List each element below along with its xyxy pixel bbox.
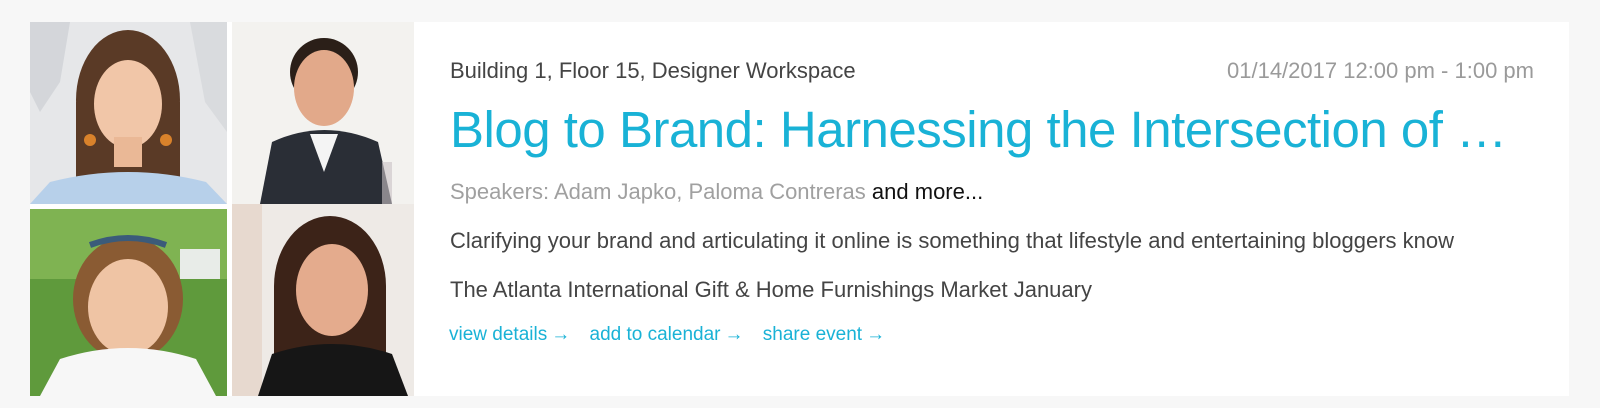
speakers-more-link[interactable]: and more... bbox=[872, 179, 983, 204]
speaker-photos bbox=[30, 22, 414, 396]
event-market: The Atlanta International Gift & Home Fu… bbox=[450, 277, 1092, 302]
event-details: Building 1, Floor 15, Designer Workspace… bbox=[449, 22, 1534, 396]
view-details-label: view details bbox=[449, 324, 548, 345]
add-to-calendar-label: add to calendar bbox=[589, 324, 721, 345]
share-event-link[interactable]: share event → bbox=[763, 324, 885, 345]
add-to-calendar-link[interactable]: add to calendar → bbox=[590, 324, 744, 345]
arrow-right-icon: → bbox=[724, 324, 744, 345]
event-location: Building 1, Floor 15, Designer Workspace bbox=[450, 58, 856, 83]
event-datetime: 01/14/2017 12:00 pm - 1:00 pm bbox=[1227, 58, 1534, 83]
speaker-photo-4 bbox=[232, 204, 414, 396]
speaker-photo-2 bbox=[232, 22, 414, 204]
speakers-label: Speakers: bbox=[450, 179, 550, 204]
speakers-names: Adam Japko, Paloma Contreras bbox=[553, 179, 866, 204]
arrow-right-icon: → bbox=[551, 324, 571, 345]
event-description: Clarifying your brand and articulating i… bbox=[450, 228, 1455, 253]
event-actions: view details → add to calendar → share eve… bbox=[449, 324, 899, 346]
speaker-photo-3 bbox=[30, 209, 227, 396]
event-speakers: Speakers: Adam Japko, Paloma Contreras a… bbox=[450, 179, 983, 205]
event-title[interactable]: Blog to Brand: Harnessing the Intersecti… bbox=[450, 100, 1514, 159]
arrow-right-icon: → bbox=[866, 324, 886, 345]
speaker-photo-1 bbox=[30, 22, 227, 204]
event-card: Building 1, Floor 15, Designer Workspace… bbox=[30, 22, 1569, 396]
share-event-label: share event bbox=[762, 324, 863, 345]
view-details-link[interactable]: view details → bbox=[449, 324, 570, 345]
